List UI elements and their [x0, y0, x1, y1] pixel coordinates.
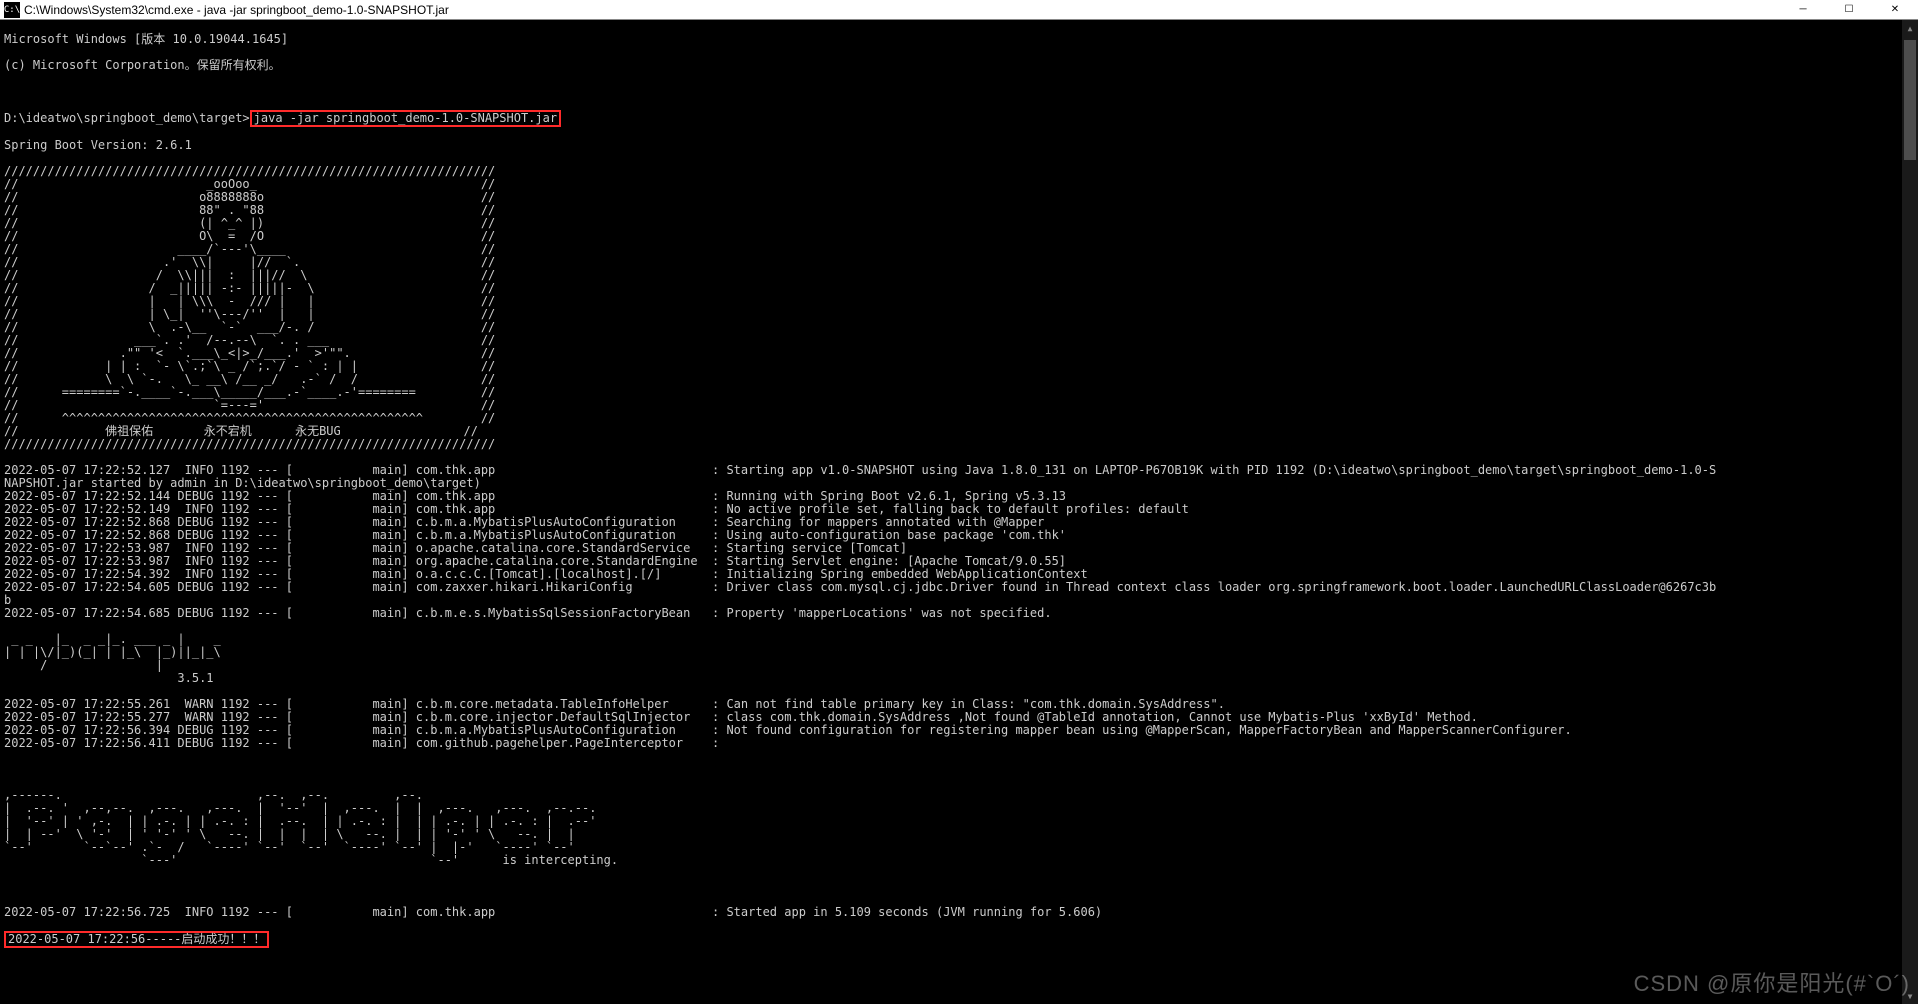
minimize-button[interactable]: ─ [1780, 0, 1826, 20]
pagehelper-ascii-art: ,------. ,--. ,--. ,--. | .--. ' ,--,--.… [4, 789, 1918, 867]
terminal-output[interactable]: Microsoft Windows [版本 10.0.19044.1645] (… [0, 20, 1918, 1004]
prompt-line: D:\ideatwo\springboot_demo\target>java -… [4, 111, 1918, 126]
maximize-button[interactable]: ☐ [1826, 0, 1872, 20]
scrollbar-up-button[interactable]: ▲ [1902, 20, 1918, 36]
window-titlebar: C:\ C:\Windows\System32\cmd.exe - java -… [0, 0, 1918, 20]
cmd-icon: C:\ [4, 2, 20, 18]
close-button[interactable]: ✕ [1872, 0, 1918, 20]
log-block-1: 2022-05-07 17:22:52.127 INFO 1192 --- [ … [4, 464, 1918, 620]
scrollbar-track[interactable]: ▲ ▼ [1902, 20, 1918, 1004]
header-line-2: (c) Microsoft Corporation。保留所有权利。 [4, 59, 1918, 72]
prompt-path: D:\ideatwo\springboot_demo\target> [4, 111, 250, 125]
log-line: 2022-05-07 17:22:54.605 DEBUG 1192 --- [… [4, 581, 1918, 594]
command-highlight: java -jar springboot_demo-1.0-SNAPSHOT.j… [250, 110, 561, 127]
log-block-3: 2022-05-07 17:22:56.725 INFO 1192 --- [ … [4, 906, 1918, 919]
log-block-2: 2022-05-07 17:22:55.261 WARN 1192 --- [ … [4, 698, 1918, 750]
log-line: 2022-05-07 17:22:56.411 DEBUG 1192 --- [… [4, 737, 1918, 750]
springboot-version: Spring Boot Version: 2.6.1 [4, 139, 1918, 152]
log-line: 2022-05-07 17:22:56.725 INFO 1192 --- [ … [4, 906, 1918, 919]
mybatis-plus-ascii-art: _ _ |_ _ _|_. ___ _ | _ | | |\/|_)(_| | … [4, 633, 1918, 685]
buddha-ascii-art: ////////////////////////////////////////… [4, 165, 1918, 451]
success-line-wrapper: 2022-05-07 17:22:56-----启动成功！！！ [4, 932, 1918, 947]
success-highlight: 2022-05-07 17:22:56-----启动成功！！！ [4, 931, 269, 948]
header-line-1: Microsoft Windows [版本 10.0.19044.1645] [4, 33, 1918, 46]
log-line: 2022-05-07 17:22:54.685 DEBUG 1192 --- [… [4, 607, 1918, 620]
scrollbar-thumb[interactable] [1904, 40, 1916, 160]
window-title: C:\Windows\System32\cmd.exe - java -jar … [24, 3, 1780, 17]
scrollbar-down-button[interactable]: ▼ [1902, 988, 1918, 1004]
